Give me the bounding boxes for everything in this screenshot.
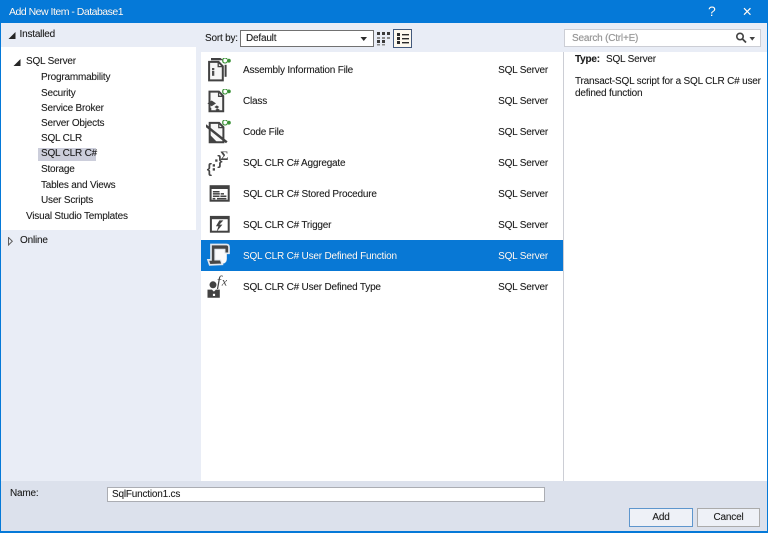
svg-text:x: x [221, 274, 228, 288]
svg-text:C: C [222, 120, 228, 128]
svg-text:{: { [207, 161, 212, 176]
svg-text:Σ: Σ [220, 151, 228, 163]
svg-text:C: C [222, 58, 228, 66]
svg-text:C: C [222, 89, 228, 96]
